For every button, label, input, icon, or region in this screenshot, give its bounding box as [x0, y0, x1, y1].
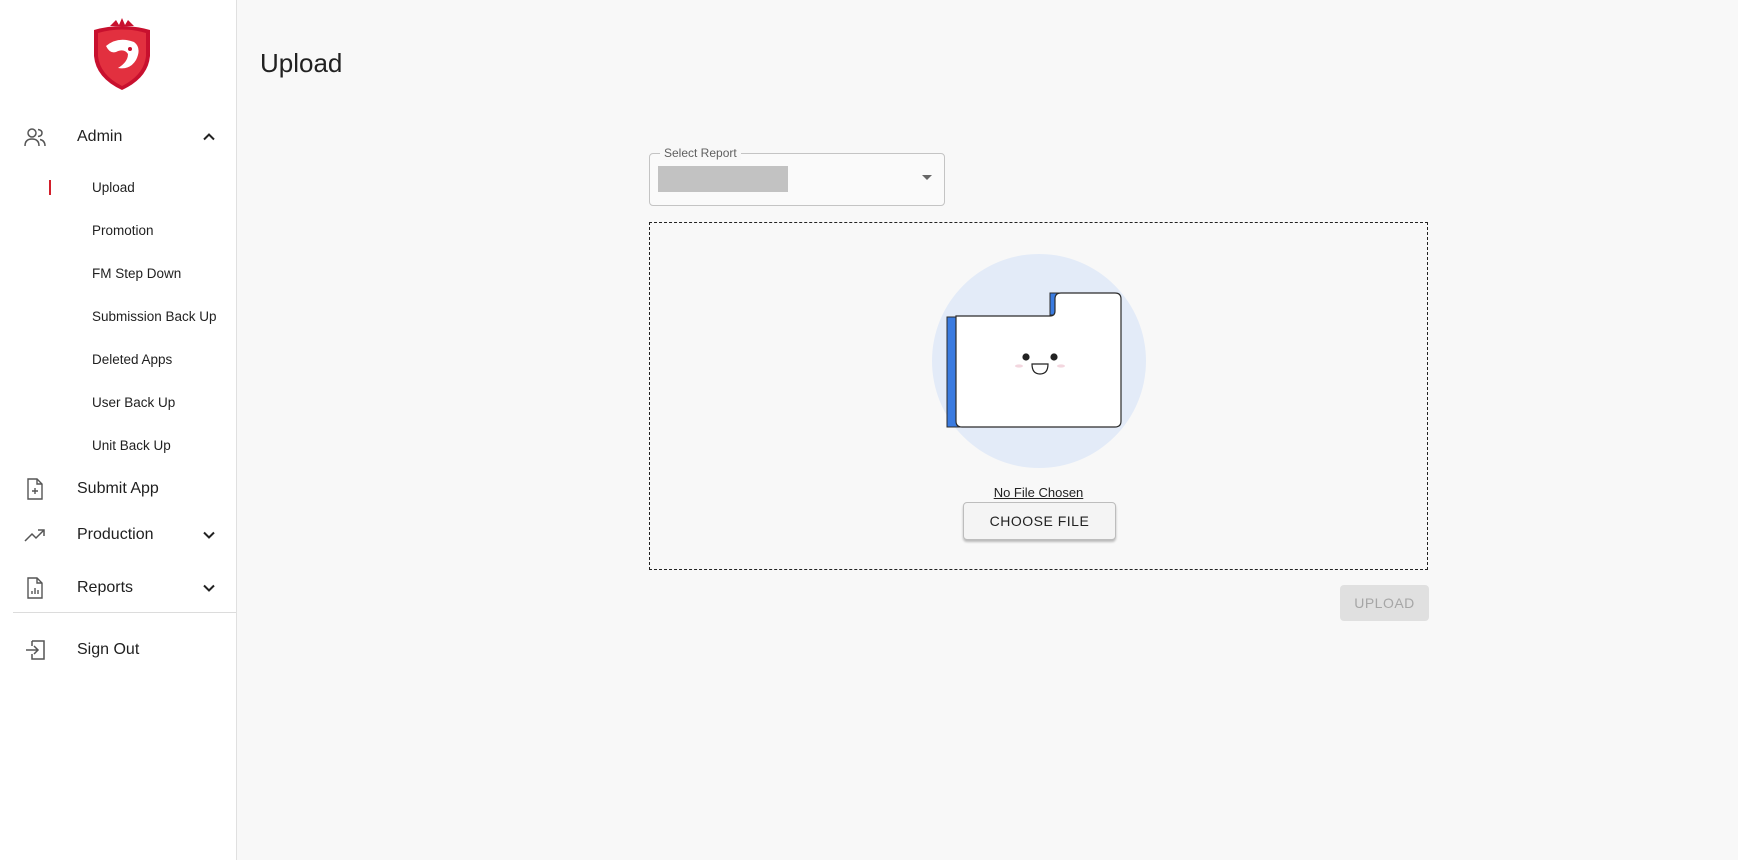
empty-folder-illustration-icon	[931, 253, 1147, 469]
sidebar-item-submission-back-up[interactable]: Submission Back Up	[0, 300, 236, 332]
sidebar: Admin Upload Promotion FM Step Down Subm…	[0, 0, 237, 860]
sidebar-item-unit-back-up[interactable]: Unit Back Up	[0, 429, 236, 461]
sidebar-item-promotion[interactable]: Promotion	[0, 214, 236, 246]
select-report-value	[658, 166, 788, 192]
report-chart-icon	[22, 575, 48, 601]
sidebar-item-label: User Back Up	[92, 394, 176, 410]
upload-button[interactable]: UPLOAD	[1340, 585, 1429, 621]
choose-file-button[interactable]: CHOOSE FILE	[963, 502, 1116, 540]
file-plus-icon	[22, 476, 48, 502]
file-dropzone[interactable]: No File Chosen CHOOSE FILE	[649, 222, 1428, 570]
nav-production-label: Production	[77, 526, 154, 543]
users-icon	[22, 124, 48, 150]
page-title: Upload	[260, 48, 343, 78]
no-file-chosen-text: No File Chosen	[993, 485, 1084, 500]
sidebar-item-user-back-up[interactable]: User Back Up	[0, 386, 236, 418]
sign-out-icon	[22, 637, 48, 663]
chevron-down-icon[interactable]	[200, 579, 218, 597]
sidebar-item-deleted-apps[interactable]: Deleted Apps	[0, 343, 236, 375]
nav-submit-app[interactable]: Submit App	[0, 469, 236, 509]
chevron-down-icon[interactable]	[200, 526, 218, 544]
nav-sign-out-label: Sign Out	[77, 641, 140, 658]
eagle-shield-logo-icon[interactable]	[88, 16, 156, 92]
sidebar-item-label: FM Step Down	[92, 265, 182, 281]
sidebar-item-label: Deleted Apps	[92, 351, 173, 367]
active-indicator	[49, 180, 51, 195]
select-report-label: Select Report	[660, 146, 741, 160]
select-report-dropdown[interactable]: Select Report	[649, 146, 945, 206]
nav-reports-label: Reports	[77, 579, 134, 596]
sidebar-item-upload[interactable]: Upload	[0, 171, 236, 203]
nav-sign-out[interactable]: Sign Out	[0, 630, 236, 670]
sidebar-item-fm-step-down[interactable]: FM Step Down	[0, 257, 236, 289]
nav-reports[interactable]: Reports	[0, 568, 236, 608]
nav-admin-label: Admin	[77, 128, 123, 145]
dropdown-arrow-icon	[922, 175, 932, 180]
sidebar-divider	[13, 612, 236, 613]
sidebar-item-label: Unit Back Up	[92, 437, 171, 453]
trending-up-icon	[22, 522, 48, 548]
sidebar-item-label: Promotion	[92, 222, 154, 238]
nav-submit-app-label: Submit App	[77, 480, 159, 497]
sidebar-item-label: Upload	[92, 179, 135, 195]
chevron-up-icon[interactable]	[200, 128, 218, 146]
sidebar-item-label: Submission Back Up	[92, 308, 217, 324]
nav-admin[interactable]: Admin	[0, 117, 236, 157]
nav-production[interactable]: Production	[0, 515, 236, 555]
